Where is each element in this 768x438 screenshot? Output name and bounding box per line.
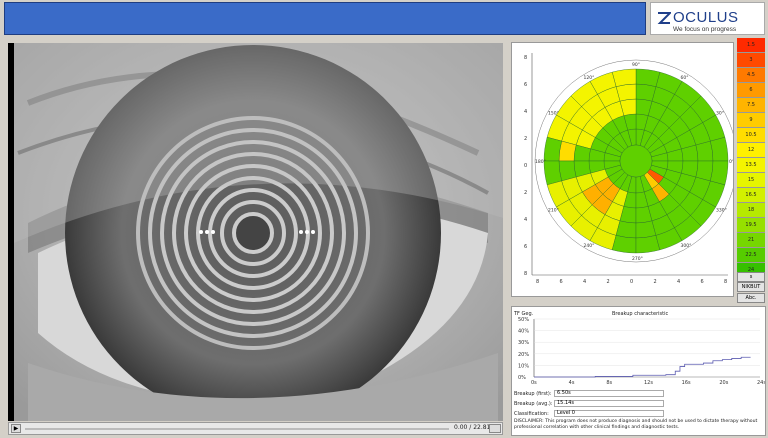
y-tick-label: 8 bbox=[524, 271, 527, 277]
classification-label: Classification: bbox=[514, 411, 549, 417]
x-tick-label: 4 bbox=[677, 279, 680, 285]
y-tick-label: 4 bbox=[524, 109, 527, 115]
breakup-first-label: Breakup (first): bbox=[514, 391, 552, 397]
x-tick-label: 8 bbox=[724, 279, 727, 285]
chart-x-tick: 8s bbox=[606, 380, 612, 386]
color-legend: 1.5 3 4.5 6 7.5 9 10.5 12 13.5 15 16.5 18 19.5 21 22.5… bbox=[737, 38, 765, 278]
abc-button[interactable]: Abc. bbox=[737, 293, 765, 303]
logo-brand: OCULUS bbox=[673, 9, 739, 26]
legend-cell: 6 bbox=[737, 83, 765, 98]
angle-label: 30° bbox=[716, 111, 724, 117]
legend-cell: 18 bbox=[737, 203, 765, 218]
camera-icon[interactable] bbox=[489, 424, 501, 433]
map-cell bbox=[611, 68, 637, 87]
legend-cell: 19.5 bbox=[737, 218, 765, 233]
chart-x-tick: 4s bbox=[569, 380, 575, 386]
breakup-avg-value: 15.14s bbox=[554, 400, 664, 407]
y-tick-label: 8 bbox=[524, 55, 527, 61]
map-cell bbox=[558, 140, 577, 162]
breakup-polar-map: 8 6 4 2 0 2 4 6 8 8 6 4 2 0 2 4 6 8 90° 120° 150° 180° 210° 240… bbox=[524, 53, 738, 285]
legend-unit-label: s bbox=[737, 272, 765, 282]
angle-label: 90° bbox=[632, 62, 640, 68]
breakup-chart-panel: Breakup characteristic TF Geg. 50% 40% 30% 20… bbox=[511, 306, 766, 436]
map-cell bbox=[611, 235, 637, 254]
legend-cell: 13.5 bbox=[737, 158, 765, 173]
angle-label: 0° bbox=[729, 159, 733, 165]
legend-cell: 3 bbox=[737, 53, 765, 68]
nikbut-button[interactable]: NIKBUT bbox=[737, 282, 765, 292]
legend-cell: 16.5 bbox=[737, 188, 765, 203]
breakup-chart: Breakup characteristicTF Geg.50%40%30%20… bbox=[513, 311, 766, 386]
angle-label: 120° bbox=[584, 75, 595, 81]
breakup-avg-label: Breakup (avg.): bbox=[514, 401, 553, 407]
map-cell bbox=[710, 160, 729, 186]
x-tick-label: 0 bbox=[630, 279, 633, 285]
legend-cell: 1.5 bbox=[737, 38, 765, 53]
oculus-logo: OCULUS We focus on progress bbox=[650, 2, 765, 35]
y-tick-label: 2 bbox=[524, 190, 527, 196]
legend-cell: 12 bbox=[737, 143, 765, 158]
angle-label: 270° bbox=[632, 256, 643, 262]
x-tick-label: 2 bbox=[607, 279, 610, 285]
chart-y-tick: 50% bbox=[518, 317, 529, 323]
chart-y-tick: 10% bbox=[518, 363, 529, 369]
y-tick-label: 6 bbox=[524, 244, 527, 250]
breakup-first-value: 6.50s bbox=[554, 390, 664, 397]
legend-cell: 22.5 bbox=[737, 248, 765, 263]
angle-label: 300° bbox=[681, 243, 692, 249]
chart-x-tick: 12s bbox=[644, 380, 653, 386]
breakup-map-panel: 8 6 4 2 0 2 4 6 8 8 6 4 2 0 2 4 6 8 90° 120° 150° 180° 210° 240… bbox=[511, 42, 738, 297]
angle-label: 240° bbox=[584, 243, 595, 249]
chart-x-tick: 0s bbox=[531, 380, 537, 386]
x-tick-label: 4 bbox=[583, 279, 586, 285]
title-bar bbox=[4, 2, 646, 35]
y-tick-label: 2 bbox=[524, 136, 527, 142]
logo-tagline: We focus on progress bbox=[673, 26, 737, 33]
map-cell bbox=[635, 83, 657, 102]
chart-title: Breakup characteristic bbox=[612, 311, 668, 317]
angle-label: 150° bbox=[548, 111, 559, 117]
map-cell bbox=[695, 160, 714, 182]
x-tick-label: 8 bbox=[536, 279, 539, 285]
x-tick-label: 6 bbox=[701, 279, 704, 285]
legend-cell: 9 bbox=[737, 113, 765, 128]
playback-slider[interactable] bbox=[25, 428, 449, 430]
angle-label: 210° bbox=[548, 208, 559, 214]
chart-y-tick: 40% bbox=[518, 329, 529, 335]
chart-y-tick: 30% bbox=[518, 340, 529, 346]
legend-cell: 15 bbox=[737, 173, 765, 188]
breakup-series-line bbox=[534, 356, 751, 378]
map-cell bbox=[635, 235, 661, 254]
video-playbar: ▶ 0.00 / 22.81 s bbox=[8, 422, 503, 435]
angle-label: 180° bbox=[535, 159, 546, 165]
chart-x-tick: 20s bbox=[719, 380, 728, 386]
eye-image bbox=[8, 43, 503, 421]
oculus-z-icon bbox=[657, 12, 671, 24]
map-cell bbox=[710, 136, 729, 162]
legend-cell: 7.5 bbox=[737, 98, 765, 113]
map-center-cell bbox=[619, 144, 653, 178]
map-cell bbox=[615, 220, 637, 239]
legend-cell: 10.5 bbox=[737, 128, 765, 143]
play-button[interactable]: ▶ bbox=[11, 424, 21, 433]
y-tick-label: 4 bbox=[524, 217, 527, 223]
legend-cell: 21 bbox=[737, 233, 765, 248]
legend-cell: 4.5 bbox=[737, 68, 765, 83]
chart-x-tick: 16s bbox=[682, 380, 691, 386]
map-cell bbox=[543, 160, 562, 186]
y-tick-label: 0 bbox=[524, 163, 527, 169]
map-cell bbox=[543, 136, 562, 162]
chart-y-tick: 0% bbox=[518, 375, 526, 381]
x-tick-label: 2 bbox=[654, 279, 657, 285]
classification-value: Level 0 bbox=[554, 410, 664, 417]
y-tick-label: 6 bbox=[524, 82, 527, 88]
map-cell bbox=[635, 68, 661, 87]
chart-y-tick: 20% bbox=[518, 352, 529, 358]
disclaimer-text: DISCLAIMER: This program does not produc… bbox=[514, 419, 758, 430]
angle-label: 60° bbox=[681, 75, 689, 81]
chart-x-tick: 24s bbox=[757, 380, 765, 386]
x-tick-label: 6 bbox=[560, 279, 563, 285]
angle-label: 330° bbox=[716, 208, 727, 214]
